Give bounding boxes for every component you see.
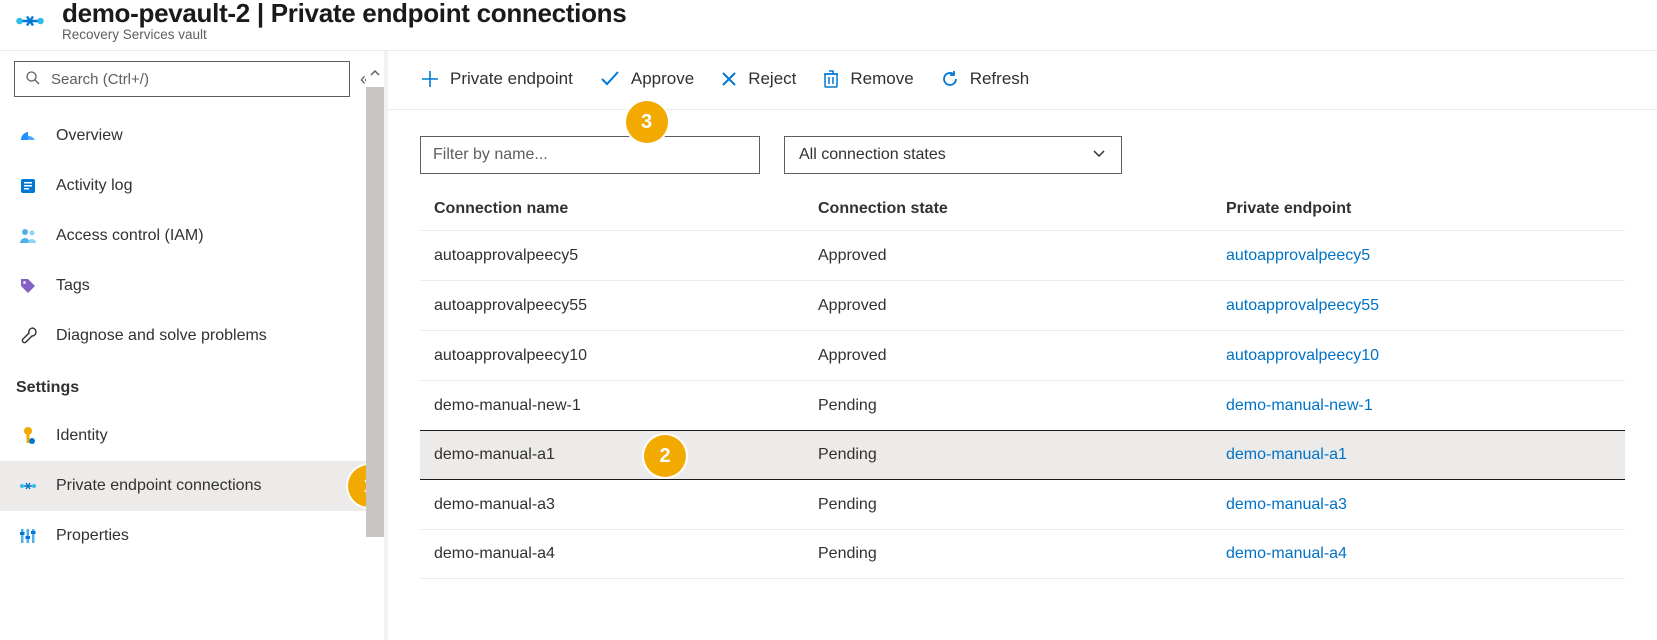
chevron-down-icon [1091,145,1107,166]
table-row[interactable]: autoapprovalpeecy55 Approved autoapprova… [420,280,1625,330]
approve-button[interactable]: Approve 3 [599,69,694,89]
sidebar-item-label: Overview [56,127,123,145]
page-header: demo-pevault-2 | Private endpoint connec… [0,0,1657,50]
endpoint-link[interactable]: demo-manual-a1 [1226,446,1347,463]
col-header-endpoint[interactable]: Private endpoint [1226,200,1625,218]
sidebar-item-diagnose[interactable]: Diagnose and solve problems [0,311,384,361]
sidebar-item-tags[interactable]: Tags [0,261,384,311]
sidebar-item-label: Properties [56,527,129,545]
check-icon [599,69,621,89]
cell-name: demo-manual-a4 [420,545,818,563]
col-header-state[interactable]: Connection state [818,200,1226,218]
endpoint-link[interactable]: demo-manual-new-1 [1226,397,1373,414]
sidebar-item-properties[interactable]: Properties [0,511,384,561]
cell-name: autoapprovalpeecy55 [420,297,818,315]
cell-state: Approved [818,297,1226,315]
sidebar: « Overview Activity log Access control (… [0,51,388,640]
main-content: Private endpoint Approve 3 Reject Remove… [388,51,1657,640]
resource-icon [12,3,48,39]
sidebar-item-activity-log[interactable]: Activity log [0,161,384,211]
cell-state: Pending [818,545,1226,563]
connections-table: Connection name Connection state Private… [388,188,1657,579]
private-endpoint-button[interactable]: Private endpoint [420,69,573,89]
table-row[interactable]: demo-manual-a1 Pending demo-manual-a1 2 [420,430,1625,480]
endpoint-link[interactable]: autoapprovalpeecy55 [1226,297,1379,314]
iam-icon [16,227,40,245]
cell-state: Approved [818,247,1226,265]
scroll-up-icon[interactable] [366,59,384,87]
filter-name-input[interactable] [420,136,760,174]
activity-log-icon [16,177,40,195]
sidebar-section-settings: Settings [0,361,384,405]
button-label: Private endpoint [450,69,573,89]
table-row[interactable]: autoapprovalpeecy10 Approved autoapprova… [420,330,1625,380]
identity-icon [16,426,40,446]
sidebar-item-identity[interactable]: Identity [0,411,384,461]
cell-name: autoapprovalpeecy10 [420,347,818,365]
connection-state-select[interactable]: All connection states [784,136,1122,174]
table-row[interactable]: demo-manual-a4 Pending demo-manual-a4 [420,529,1625,579]
sidebar-scrollbar[interactable] [366,59,384,640]
cell-name: autoapprovalpeecy5 [420,247,818,265]
table-header-row: Connection name Connection state Private… [420,188,1625,230]
page-title: demo-pevault-2 | Private endpoint connec… [62,0,626,26]
diagnose-icon [16,326,40,346]
sidebar-item-label: Private endpoint connections [56,477,261,495]
private-endpoint-icon [16,477,40,495]
reject-button[interactable]: Reject [720,69,796,89]
callout-2: 2 [644,435,686,477]
cell-name: demo-manual-new-1 [420,397,818,415]
sidebar-item-overview[interactable]: Overview [0,111,384,161]
button-label: Refresh [970,69,1030,89]
sidebar-item-label: Activity log [56,177,132,195]
sidebar-item-label: Diagnose and solve problems [56,327,267,345]
callout-3: 3 [626,101,668,143]
cell-state: Pending [818,397,1226,415]
cell-state: Pending [818,496,1226,514]
cell-state: Approved [818,347,1226,365]
search-input[interactable] [51,71,339,88]
table-row[interactable]: autoapprovalpeecy5 Approved autoapproval… [420,230,1625,280]
select-value: All connection states [799,146,946,164]
table-row[interactable]: demo-manual-a3 Pending demo-manual-a3 [420,479,1625,529]
filter-row: All connection states [388,110,1657,188]
cell-state: Pending [818,446,1226,464]
sidebar-item-label: Access control (IAM) [56,227,204,245]
endpoint-link[interactable]: demo-manual-a4 [1226,545,1347,562]
page-subtitle: Recovery Services vault [62,27,626,42]
sidebar-item-access-control[interactable]: Access control (IAM) [0,211,384,261]
sidebar-search[interactable] [14,61,350,97]
refresh-icon [940,69,960,89]
button-label: Reject [748,69,796,89]
cell-name: demo-manual-a1 [420,446,818,464]
endpoint-link[interactable]: demo-manual-a3 [1226,496,1347,513]
x-icon [720,70,738,88]
sidebar-item-private-endpoint-connections[interactable]: Private endpoint connections 1 [0,461,384,511]
plus-icon [420,69,440,89]
trash-icon [822,69,840,89]
tags-icon [16,277,40,295]
button-label: Remove [850,69,913,89]
cell-name: demo-manual-a3 [420,496,818,514]
overview-icon [16,126,40,146]
sidebar-item-label: Tags [56,277,90,295]
sidebar-item-label: Identity [56,427,108,445]
button-label: Approve [631,69,694,89]
search-icon [25,70,41,89]
remove-button[interactable]: Remove [822,69,913,89]
endpoint-link[interactable]: autoapprovalpeecy5 [1226,247,1370,264]
properties-icon [16,527,40,545]
col-header-name[interactable]: Connection name [420,200,818,218]
toolbar: Private endpoint Approve 3 Reject Remove… [388,51,1657,110]
refresh-button[interactable]: Refresh [940,69,1030,89]
endpoint-link[interactable]: autoapprovalpeecy10 [1226,347,1379,364]
table-row[interactable]: demo-manual-new-1 Pending demo-manual-ne… [420,380,1625,430]
